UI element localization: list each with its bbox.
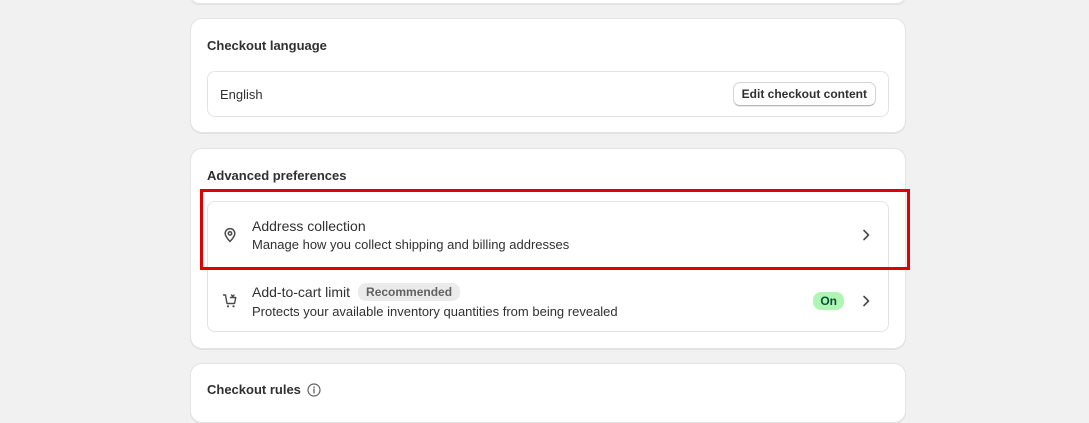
previous-card [190, 0, 906, 4]
advanced-preferences-card: Advanced preferences Address collection … [190, 148, 906, 349]
chevron-right-icon [858, 293, 874, 309]
checkout-rules-title: Checkout rules [207, 382, 301, 397]
checkout-rules-title-line: Checkout rules [207, 382, 321, 397]
add-to-cart-limit-title-line: Add-to-cart limit Recommended [252, 282, 813, 301]
checkout-language-card: Checkout language English Edit checkout … [190, 18, 906, 133]
edit-checkout-content-button[interactable]: Edit checkout content [732, 82, 876, 106]
add-to-cart-limit-description: Protects your available inventory quanti… [252, 303, 618, 319]
chevron-right-icon [858, 227, 874, 243]
address-collection-row[interactable]: Address collection Manage how you collec… [208, 202, 888, 267]
checkout-language-box: English Edit checkout content [207, 71, 889, 117]
add-to-cart-limit-row[interactable]: Add-to-cart limit Recommended Protects y… [208, 267, 888, 331]
checkout-language-title: Checkout language [207, 38, 327, 53]
recommended-badge: Recommended [358, 282, 461, 301]
checkout-rules-card: Checkout rules [190, 363, 906, 423]
info-icon[interactable] [307, 382, 321, 397]
checkout-language-value: English [220, 86, 263, 102]
add-to-cart-limit-title: Add-to-cart limit [252, 283, 351, 300]
advanced-preferences-title: Advanced preferences [207, 168, 347, 183]
cart-limit-icon [222, 293, 238, 309]
address-collection-title: Address collection [252, 217, 366, 234]
status-badge-on: On [813, 291, 844, 310]
advanced-preferences-list: Address collection Manage how you collec… [207, 201, 889, 332]
location-pin-icon [222, 227, 238, 243]
address-collection-text: Address collection Manage how you collec… [252, 218, 858, 252]
add-to-cart-limit-text: Add-to-cart limit Recommended Protects y… [252, 282, 813, 319]
address-collection-description: Manage how you collect shipping and bill… [252, 236, 570, 252]
